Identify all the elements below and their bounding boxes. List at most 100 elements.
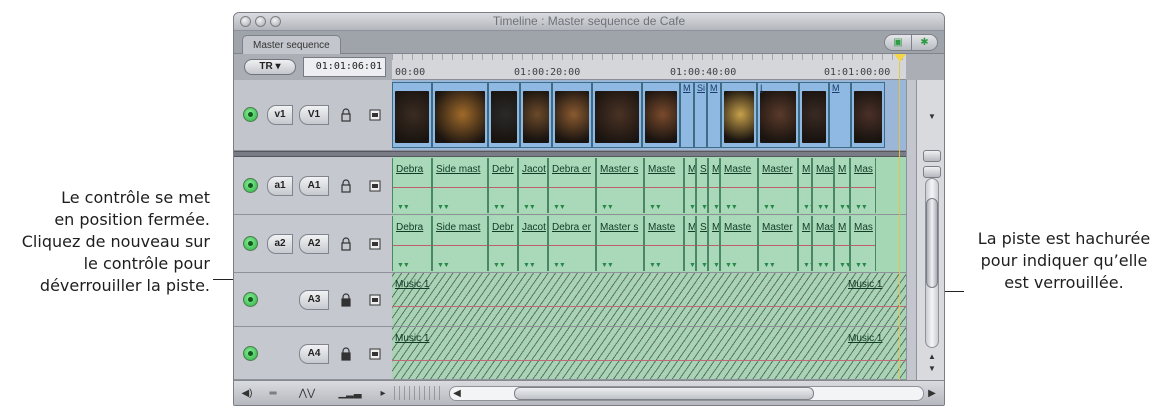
audio-clip[interactable]: Side mast ▼▼: [432, 158, 488, 213]
audio-clip[interactable]: Master s ▼▼: [596, 216, 644, 271]
audio-clip[interactable]: Maste ▼▼: [720, 216, 758, 271]
video-clip[interactable]: [488, 82, 520, 148]
audio-clip[interactable]: Mas ▼▼: [850, 216, 876, 271]
video-clip[interactable]: [851, 82, 885, 148]
zoom-slider[interactable]: [394, 386, 444, 400]
destination-control-a3[interactable]: A3: [299, 290, 329, 310]
audio-clip[interactable]: Master ▼▼: [758, 158, 798, 213]
track-audible-toggle-a2[interactable]: [243, 236, 258, 251]
audio-clip[interactable]: Jacot ▼▼: [518, 216, 548, 271]
track-area-a3-locked[interactable]: Music 1 Music 1: [392, 273, 906, 327]
audio-clip[interactable]: M ▼▼: [708, 158, 720, 213]
playhead[interactable]: [894, 54, 906, 62]
scroll-right-arrow-icon[interactable]: ▶: [926, 385, 938, 402]
audio-clip[interactable]: Mas ▼▼: [812, 158, 834, 213]
lock-icon[interactable]: [341, 347, 351, 361]
audio-clip[interactable]: M ▼▼: [684, 158, 696, 213]
scroll-down-arrow-icon[interactable]: ▼: [928, 364, 936, 373]
snapping-button[interactable]: ▣: [885, 35, 911, 50]
audio-clip[interactable]: Maste ▼▼: [644, 158, 684, 213]
audio-clip[interactable]: M ▼▼: [684, 216, 696, 271]
audio-level-line: [799, 187, 811, 188]
audio-clip[interactable]: M ▼▼: [834, 216, 850, 271]
video-clip[interactable]: [520, 82, 552, 148]
audio-clip[interactable]: Si ▼▼: [696, 216, 708, 271]
destination-control-v1[interactable]: V1: [299, 105, 329, 125]
video-clip[interactable]: I: [757, 82, 799, 148]
ruler-tick-label: 00:00: [395, 67, 426, 78]
video-clip[interactable]: [432, 82, 488, 148]
track-size-icon[interactable]: ▁▂▃: [326, 385, 374, 402]
video-clip[interactable]: [552, 82, 592, 148]
track-height-icon[interactable]: ═: [258, 385, 288, 402]
track-area-v1[interactable]: M Si M I M: [392, 80, 906, 151]
audio-clip[interactable]: Mas ▼▼: [850, 158, 876, 213]
audio-clip[interactable]: Master s ▼▼: [596, 158, 644, 213]
timecode-field[interactable]: 01:01:06:01: [303, 57, 386, 77]
keyframe-markers: ▼▼: [803, 204, 811, 211]
audio-clip[interactable]: Debr ▼▼: [488, 158, 518, 213]
video-clip[interactable]: [799, 82, 829, 148]
source-control-v1[interactable]: v1: [267, 105, 293, 125]
track-visibility-toggle-v1[interactable]: [243, 107, 258, 122]
vertical-scroll-thumb[interactable]: [926, 198, 938, 288]
linking-button[interactable]: ✱: [911, 35, 937, 50]
audio-clip[interactable]: Maste ▼▼: [644, 216, 684, 271]
audio-clip[interactable]: M ▼▼: [798, 216, 812, 271]
audio-clip[interactable]: Debr ▼▼: [488, 216, 518, 271]
lock-icon[interactable]: [341, 293, 351, 307]
auto-select-icon[interactable]: [369, 238, 381, 250]
scroll-up-arrow-icon[interactable]: ▲: [928, 352, 936, 361]
track-height-popup[interactable]: TR ▾: [244, 59, 296, 75]
video-clip[interactable]: [592, 82, 642, 148]
track-area-a4-locked[interactable]: Music 1 Music 1: [392, 327, 906, 380]
source-control-a1[interactable]: a1: [267, 176, 293, 196]
track-audible-toggle-a1[interactable]: [243, 178, 258, 193]
track-divider-handle-top[interactable]: [923, 150, 941, 162]
time-ruler[interactable]: 00:00 01:00:20:00 01:00:40:00 01:01:00:0…: [392, 54, 906, 80]
audio-clip[interactable]: Mas ▼▼: [812, 216, 834, 271]
track-area-a1[interactable]: Debra ▼▼ Side mast ▼▼ Debr ▼▼ Jacot ▼▼ Debra er ▼…: [392, 157, 906, 215]
track-divider-handle-bottom[interactable]: [923, 166, 941, 178]
audio-controls-icon[interactable]: ◀): [238, 385, 256, 402]
destination-control-a2[interactable]: A2: [299, 234, 329, 254]
auto-select-icon[interactable]: [369, 109, 381, 121]
auto-select-icon[interactable]: [369, 348, 381, 360]
audio-clip[interactable]: Side mast ▼▼: [432, 216, 488, 271]
video-clip[interactable]: M: [680, 82, 694, 148]
video-clip[interactable]: M: [707, 82, 721, 148]
auto-select-icon[interactable]: [369, 294, 381, 306]
audio-clip[interactable]: Debra ▼▼: [392, 158, 432, 213]
audio-clip[interactable]: Debra ▼▼: [392, 216, 432, 271]
audio-clip[interactable]: Debra er ▼▼: [548, 158, 596, 213]
video-clip[interactable]: M: [829, 82, 851, 148]
scroll-left-arrow-icon[interactable]: ◀: [452, 385, 462, 402]
audio-clip[interactable]: Jacot ▼▼: [518, 158, 548, 213]
video-clip[interactable]: [392, 82, 432, 148]
destination-control-a1[interactable]: A1: [299, 176, 329, 196]
audio-clip[interactable]: Master ▼▼: [758, 216, 798, 271]
lock-icon[interactable]: [341, 179, 351, 193]
chevron-right-icon[interactable]: ▸: [378, 385, 388, 402]
track-audible-toggle-a4[interactable]: [243, 346, 258, 361]
audio-clip[interactable]: M ▼▼: [708, 216, 720, 271]
video-clip[interactable]: Si: [694, 82, 707, 148]
audio-clip[interactable]: Debra er ▼▼: [548, 216, 596, 271]
clip-overlays-icon[interactable]: ⋀⋁: [292, 385, 322, 402]
lock-icon[interactable]: [341, 237, 351, 251]
scroll-down-arrow-icon[interactable]: ▼: [928, 112, 936, 121]
horizontal-scroll-thumb[interactable]: [514, 387, 814, 400]
source-control-a2[interactable]: a2: [267, 234, 293, 254]
audio-clip[interactable]: Maste ▼▼: [720, 158, 758, 213]
tab-master-sequence[interactable]: Master sequence: [242, 35, 341, 54]
audio-clip[interactable]: M ▼▼: [798, 158, 812, 213]
audio-clip[interactable]: M ▼▼: [834, 158, 850, 213]
track-audible-toggle-a3[interactable]: [243, 292, 258, 307]
destination-control-a4[interactable]: A4: [299, 344, 329, 364]
video-clip[interactable]: [642, 82, 680, 148]
auto-select-icon[interactable]: [369, 180, 381, 192]
video-clip[interactable]: [721, 82, 757, 148]
track-area-a2[interactable]: Debra ▼▼ Side mast ▼▼ Debr ▼▼ Jacot ▼▼ Debra er ▼…: [392, 215, 906, 273]
audio-clip[interactable]: Si ▼▼: [696, 158, 708, 213]
lock-icon[interactable]: [341, 108, 351, 122]
